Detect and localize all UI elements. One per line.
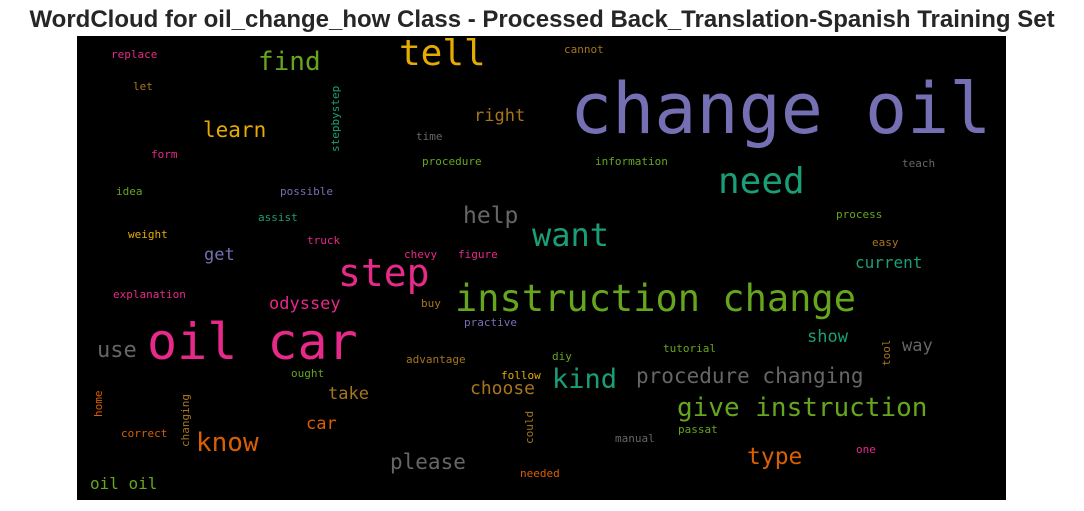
word-weight: weight (128, 228, 168, 241)
word-procedure-changing: procedure changing (636, 364, 864, 388)
word-oil-oil: oil oil (90, 474, 158, 493)
word-way: way (902, 336, 933, 356)
word-assist: assist (258, 211, 298, 224)
word-give-instruction: give instruction (677, 393, 928, 423)
word-time: time (416, 130, 443, 143)
word-correct: correct (121, 427, 168, 440)
word-help: help (463, 203, 519, 229)
word-possible: possible (280, 185, 333, 198)
word-tell: tell (399, 36, 486, 74)
word-could: could (523, 410, 536, 444)
word-right: right (474, 106, 526, 126)
word-easy: easy (872, 236, 899, 249)
word-needed: needed (520, 467, 560, 480)
word-process: process (836, 208, 883, 221)
word-teach: teach (902, 157, 936, 170)
word-one: one (856, 443, 876, 456)
chart-title: WordCloud for oil_change_how Class - Pro… (29, 6, 1055, 33)
word-choose: choose (470, 378, 536, 399)
word-change-oil: change oil (570, 68, 992, 150)
word-replace: replace (111, 48, 158, 61)
word-please: please (390, 450, 466, 474)
word-want: want (532, 216, 610, 254)
word-manual: manual (615, 432, 655, 445)
word-idea: idea (116, 185, 143, 198)
word-show: show (807, 327, 848, 347)
word-home: home (92, 390, 105, 418)
word-passat: passat (678, 423, 718, 436)
word-current: current (855, 253, 923, 272)
word-form: form (151, 148, 178, 161)
word-kind: kind (552, 364, 618, 395)
word-diy: diy (552, 350, 572, 363)
word-need: need (718, 161, 805, 202)
word-take: take (328, 384, 369, 404)
word-use: use (97, 338, 137, 363)
word-advantage: advantage (406, 353, 466, 366)
word-stepbystep: stepbystep (329, 85, 342, 152)
word-get: get (204, 245, 235, 265)
word-changing: changing (179, 394, 192, 447)
word-explanation: explanation (113, 288, 186, 301)
word-tutorial: tutorial (663, 342, 716, 355)
word-chevy: chevy (404, 248, 438, 261)
word-information: information (595, 155, 668, 168)
word-tool: tool (880, 339, 893, 367)
word-cloud-canvas: change oil oil car instruction change st… (77, 36, 1006, 500)
word-ought: ought (291, 367, 325, 380)
word-know: know (196, 428, 259, 458)
word-follow: follow (501, 369, 541, 382)
word-car: car (306, 414, 337, 434)
word-buy: buy (421, 297, 441, 310)
word-procedure: procedure (422, 155, 482, 168)
word-cannot: cannot (564, 43, 604, 56)
word-find: find (258, 47, 321, 77)
word-type: type (747, 444, 803, 470)
word-oil-car: oil car (147, 313, 358, 371)
word-practive: practive (464, 316, 517, 329)
word-instruction-change: instruction change (455, 277, 856, 320)
word-learn: learn (203, 118, 267, 142)
word-let: let (133, 80, 153, 93)
word-odyssey: odyssey (269, 294, 341, 314)
word-truck: truck (307, 234, 341, 247)
word-figure: figure (458, 248, 498, 261)
